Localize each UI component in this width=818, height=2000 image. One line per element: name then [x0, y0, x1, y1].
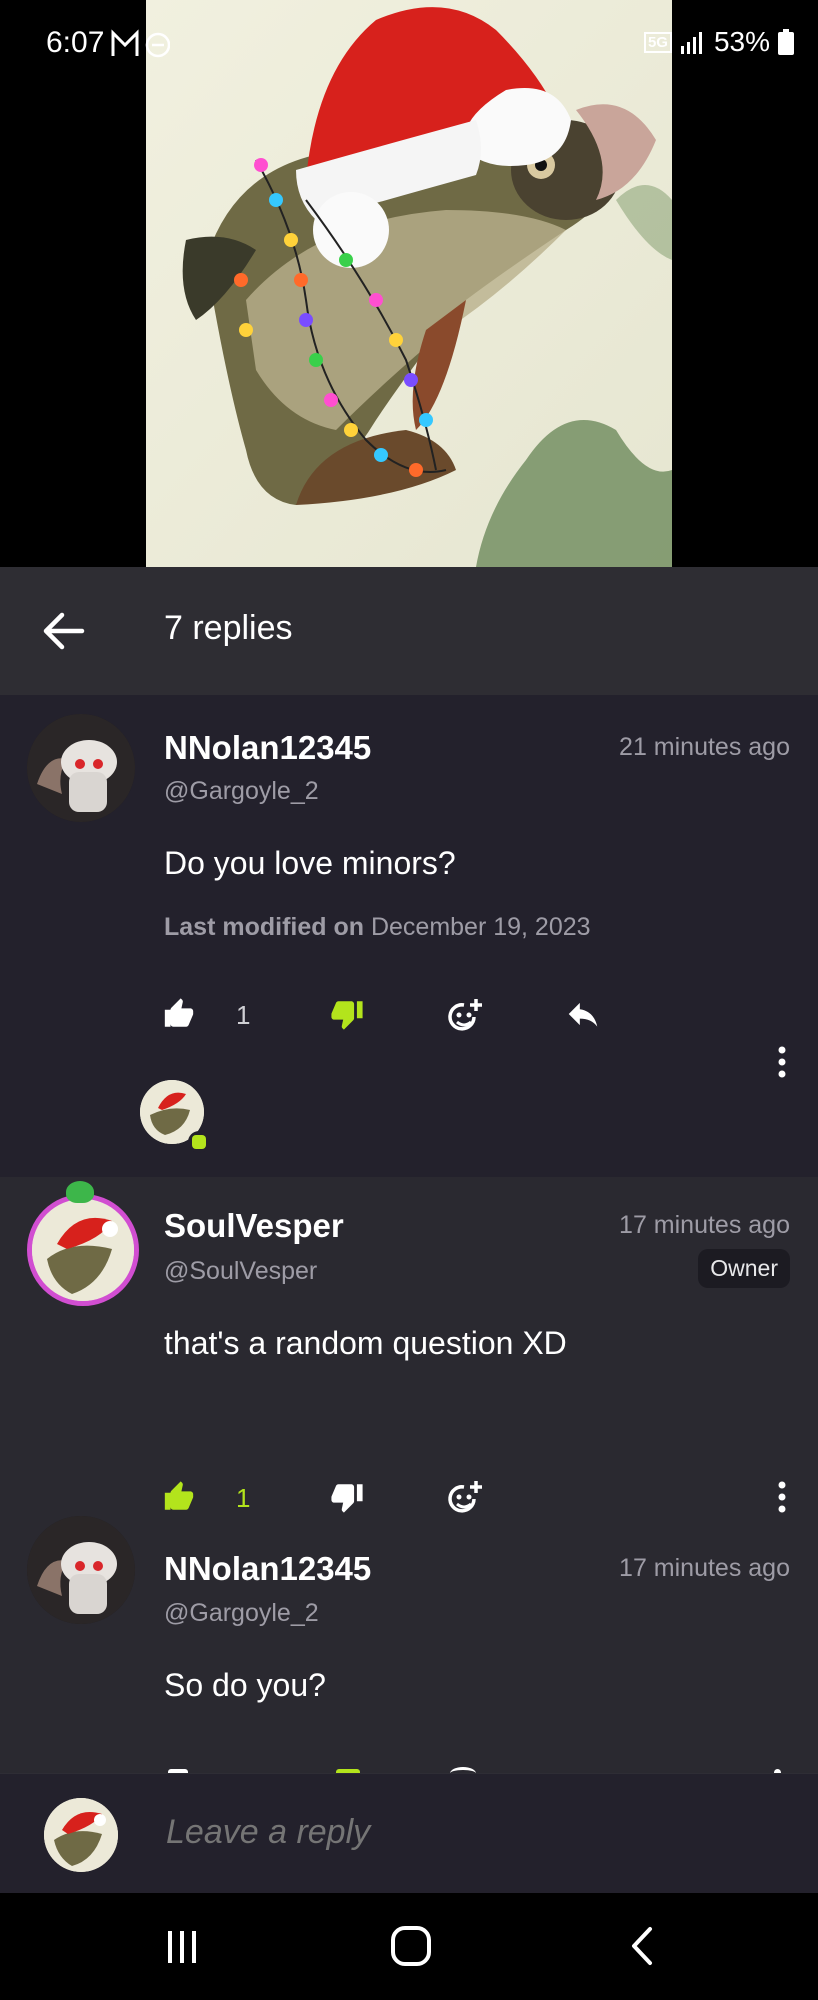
- back-button[interactable]: [40, 607, 88, 655]
- kebab-icon: [778, 1046, 786, 1078]
- user-handle[interactable]: @Gargoyle_2: [164, 1599, 319, 1628]
- chevron-left-icon: [632, 1927, 652, 1965]
- reply-bar: [0, 1773, 818, 1894]
- page-title: 7 replies: [164, 609, 293, 647]
- timestamp: 21 minutes ago: [619, 733, 790, 761]
- more-options-button[interactable]: [774, 1045, 790, 1079]
- replies-header: 7 replies: [0, 567, 818, 695]
- 5g-icon: 5G: [643, 31, 672, 53]
- dislike-button[interactable]: [330, 1480, 370, 1520]
- reply-arrow-icon: [568, 1002, 598, 1027]
- partial-action-row: [160, 1765, 800, 1773]
- display-name[interactable]: NNolan12345: [164, 729, 371, 767]
- reply-text: So do you?: [164, 1667, 326, 1703]
- battery-icon: [778, 29, 794, 55]
- home-button[interactable]: [388, 1923, 434, 1969]
- thumbs-up-icon: [164, 998, 194, 1027]
- thumbs-up-icon: [164, 1481, 194, 1510]
- dislike-button[interactable]: [330, 997, 370, 1037]
- arrow-left-icon: [43, 612, 85, 650]
- avatar[interactable]: [27, 1194, 139, 1306]
- display-name[interactable]: SoulVesper: [164, 1207, 344, 1245]
- last-modified: Last modified on December 19, 2023: [164, 913, 591, 942]
- user-handle[interactable]: @SoulVesper: [164, 1257, 317, 1286]
- like-button[interactable]: [162, 997, 202, 1037]
- avatar[interactable]: [27, 1516, 135, 1624]
- avatar[interactable]: [27, 714, 135, 822]
- status-bar: 6:07 5G 53%: [0, 0, 818, 90]
- status-time: 6:07: [46, 26, 105, 59]
- modified-label: Last modified on: [164, 913, 364, 941]
- reply-item: NNolan12345 @Gargoyle_2 21 minutes ago D…: [0, 695, 818, 1177]
- nav-back-button[interactable]: [622, 1923, 666, 1969]
- reply-button[interactable]: [564, 995, 604, 1035]
- gmail-icon: [110, 28, 171, 65]
- home-icon: [391, 1926, 431, 1966]
- like-count: 1: [236, 1483, 251, 1513]
- system-nav-bar: [0, 1893, 818, 2000]
- signal-icon: [680, 32, 702, 54]
- battery-percent: 53%: [713, 26, 770, 57]
- like-count: 1: [236, 1000, 251, 1030]
- kebab-icon: [778, 1481, 786, 1513]
- add-emoji-icon: [448, 999, 482, 1031]
- recent-apps-icon: [168, 1931, 196, 1963]
- modified-date: December 19, 2023: [370, 913, 591, 941]
- reply-text: that's a random question XD: [164, 1325, 567, 1361]
- like-button[interactable]: [162, 1480, 202, 1520]
- timestamp: 17 minutes ago: [619, 1211, 790, 1239]
- current-user-avatar[interactable]: [44, 1798, 118, 1872]
- add-reaction-button[interactable]: [444, 1479, 484, 1519]
- reply-item: SoulVesper @SoulVesper 17 minutes ago Ow…: [0, 1177, 818, 1773]
- online-indicator: [188, 1131, 210, 1153]
- display-name[interactable]: NNolan12345: [164, 1550, 371, 1588]
- owner-badge: Owner: [698, 1249, 790, 1288]
- recent-apps-button[interactable]: [160, 1925, 204, 1969]
- replies-list[interactable]: NNolan12345 @Gargoyle_2 21 minutes ago D…: [0, 695, 818, 1773]
- user-handle[interactable]: @Gargoyle_2: [164, 777, 319, 806]
- frog-badge-icon: [66, 1181, 94, 1203]
- reply-input[interactable]: [164, 1812, 728, 1853]
- more-options-button[interactable]: [774, 1480, 790, 1514]
- add-reaction-button[interactable]: [444, 997, 484, 1037]
- reply-text: Do you love minors?: [164, 845, 456, 881]
- timestamp: 17 minutes ago: [619, 1554, 790, 1582]
- add-emoji-icon: [448, 1481, 482, 1513]
- status-right: 5G 53%: [643, 26, 794, 58]
- thumbs-down-icon: [331, 1001, 363, 1030]
- thumbs-down-icon: [331, 1484, 363, 1513]
